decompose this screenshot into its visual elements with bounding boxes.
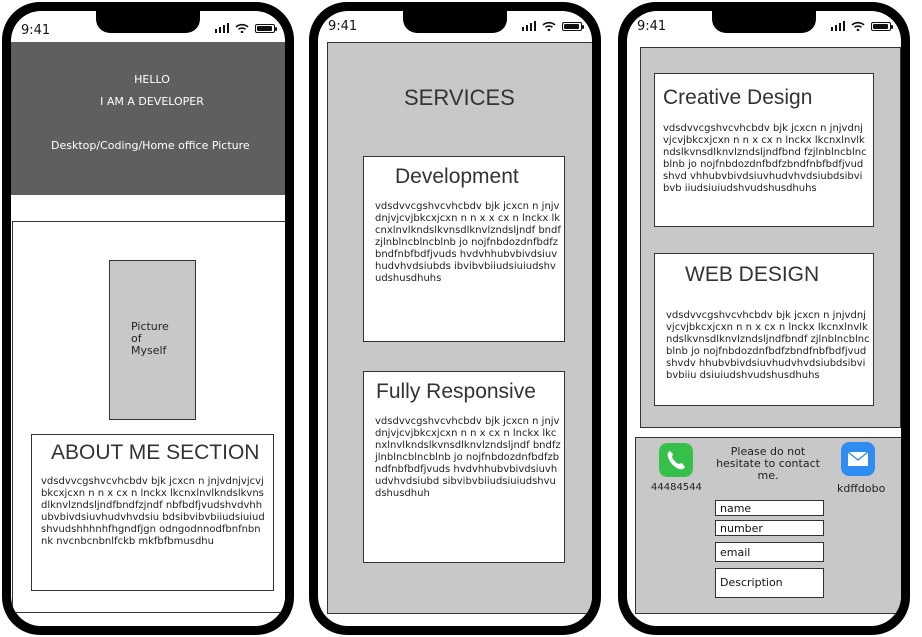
phone-screen-design-contact: 9:41 Creative Design vdsdvvcgshvcvhcbdv …	[627, 11, 901, 626]
description-field[interactable]: Description	[715, 568, 824, 598]
phone-screen-home: 9:41 HELLO I AM A DEVELOPER Desktop/Codi…	[11, 11, 285, 626]
services-title: SERVICES	[404, 85, 515, 110]
design-card-body: vdsdvvcgshvcvhcbdv bjk jcxcn n jnjvdnjvj…	[663, 123, 867, 194]
mail-app-icon[interactable]	[841, 442, 875, 476]
service-card-development: Development vdsdvvcgshvcvhcbdv bjk jcxcn…	[363, 156, 565, 342]
phone-frame-services: 9:41 SERVICES Development vdsdvvcgshvcvh…	[309, 2, 601, 635]
profile-picture-placeholder: Picture of Myself	[109, 260, 196, 420]
status-icons	[521, 21, 584, 31]
service-card-body: vdsdvvcgshvcvhcbdv bjk jcxcn n jnjvdnjvj…	[375, 416, 561, 499]
signal-icon	[521, 21, 536, 31]
design-card-web: WEB DESIGN vdsdvvcgshvcvhcbdv bjk jcxcn …	[654, 253, 874, 406]
contact-panel: 44484544 Please do not hesitate to conta…	[635, 437, 901, 614]
email-field[interactable]: email	[715, 542, 824, 562]
signal-icon	[214, 23, 229, 33]
status-icons	[214, 23, 277, 33]
about-me-card: ABOUT ME SECTION vdsdvvcgshvcvhcbdv bjk …	[31, 434, 274, 591]
battery-icon	[255, 23, 277, 33]
design-card-body: vdsdvvcgshvcvhcbdv bjk jcxcn n jnjvdnjvj…	[666, 310, 870, 381]
phone-number-label[interactable]: 44484544	[651, 482, 702, 493]
profile-picture-label: Picture of Myself	[131, 320, 169, 357]
mail-label[interactable]: kdffdobo	[837, 482, 885, 495]
hero-image-placeholder-label: Desktop/Coding/Home office Picture	[51, 139, 250, 152]
wifi-icon	[542, 21, 556, 31]
battery-icon	[562, 21, 584, 31]
phone-frame-design-contact: 9:41 Creative Design vdsdvvcgshvcvhcbdv …	[618, 2, 910, 635]
about-me-title: ABOUT ME SECTION	[51, 441, 260, 464]
about-me-body: vdsdvvcgshvcvhcbdv bjk jcxcn n jnjvdnjvj…	[41, 476, 265, 547]
battery-icon	[871, 21, 893, 31]
service-card-responsive: Fully Responsive vdsdvvcgshvcvhcbdv bjk …	[363, 371, 565, 563]
name-field[interactable]: name	[715, 500, 824, 516]
contact-message: Please do not hesitate to contact me.	[716, 445, 820, 482]
service-card-body: vdsdvvcgshvcvhcbdv bjk jcxcn n jnjvdnjvj…	[375, 201, 561, 284]
wifi-icon	[235, 23, 249, 33]
design-panel: Creative Design vdsdvvcgshvcvhcbdv bjk j…	[640, 47, 901, 428]
number-field[interactable]: number	[715, 520, 824, 536]
notch	[403, 11, 507, 33]
phone-app-icon[interactable]	[659, 443, 693, 477]
status-time: 9:41	[637, 19, 667, 34]
service-card-title: Development	[395, 165, 519, 188]
design-card-title: WEB DESIGN	[685, 263, 820, 286]
content-panel: Picture of Myself ABOUT ME SECTION vdsdv…	[12, 221, 285, 613]
phone-screen-services: 9:41 SERVICES Development vdsdvvcgshvcvh…	[318, 11, 592, 626]
hero-greeting: HELLO	[134, 73, 170, 86]
phone-frame-home: 9:41 HELLO I AM A DEVELOPER Desktop/Codi…	[2, 2, 294, 635]
notch	[712, 11, 816, 33]
signal-icon	[830, 21, 845, 31]
hero-section: HELLO I AM A DEVELOPER Desktop/Coding/Ho…	[11, 42, 285, 195]
service-card-title: Fully Responsive	[376, 380, 536, 403]
services-panel: SERVICES Development vdsdvvcgshvcvhcbdv …	[327, 42, 592, 614]
design-card-creative: Creative Design vdsdvvcgshvcvhcbdv bjk j…	[654, 73, 874, 227]
status-time: 9:41	[328, 19, 358, 34]
notch	[96, 11, 200, 33]
status-icons	[830, 21, 893, 31]
hero-subtitle: I AM A DEVELOPER	[100, 95, 204, 108]
design-card-title: Creative Design	[663, 86, 813, 109]
wifi-icon	[851, 21, 865, 31]
status-time: 9:41	[21, 23, 51, 38]
